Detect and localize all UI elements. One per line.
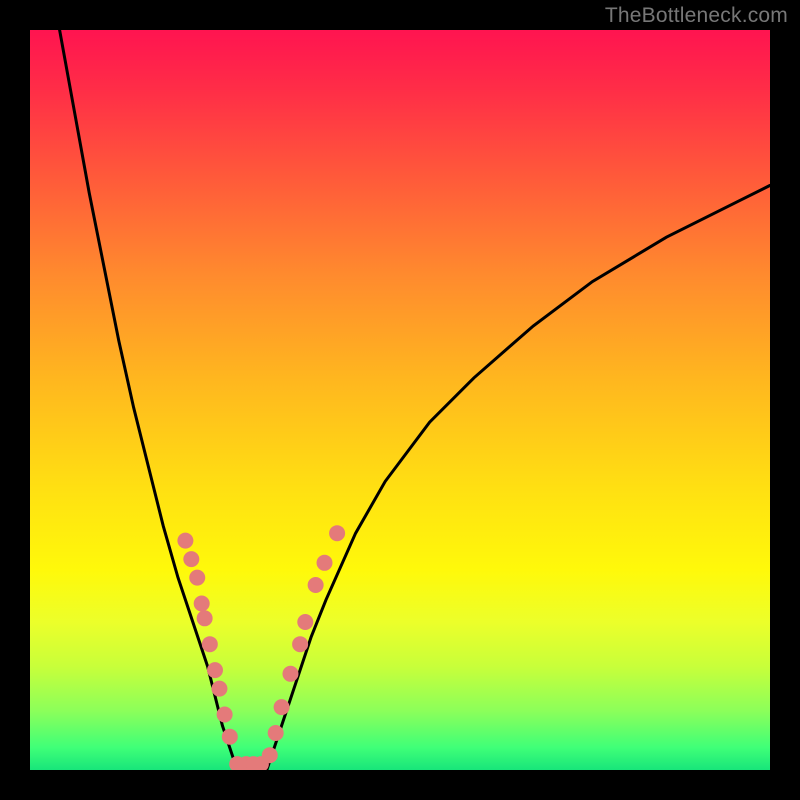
- scatter-dot: [194, 596, 210, 612]
- scatter-dot: [207, 662, 223, 678]
- scatter-dot: [308, 577, 324, 593]
- scatter-dot: [217, 707, 233, 723]
- scatter-dot: [317, 555, 333, 571]
- scatter-dot: [292, 636, 308, 652]
- left-curve-path: [60, 30, 238, 770]
- scatter-dot: [274, 699, 290, 715]
- plot-area: [30, 30, 770, 770]
- scatter-dot: [222, 729, 238, 745]
- left-curve: [60, 30, 238, 770]
- scatter-dot: [189, 570, 205, 586]
- scatter-dot: [329, 525, 345, 541]
- scatter-dot: [183, 551, 199, 567]
- scatter-dot: [268, 725, 284, 741]
- scatter-dot: [262, 747, 278, 763]
- scatter-dot: [297, 614, 313, 630]
- scatter-dot: [202, 636, 218, 652]
- right-curve: [267, 185, 770, 770]
- scatter-dot: [211, 681, 227, 697]
- scatter-dot: [282, 666, 298, 682]
- chart-svg: [30, 30, 770, 770]
- scatter-dot: [177, 533, 193, 549]
- scatter-dot: [197, 610, 213, 626]
- watermark-text: TheBottleneck.com: [605, 4, 788, 28]
- right-curve-path: [267, 185, 770, 770]
- chart-frame: TheBottleneck.com: [0, 0, 800, 800]
